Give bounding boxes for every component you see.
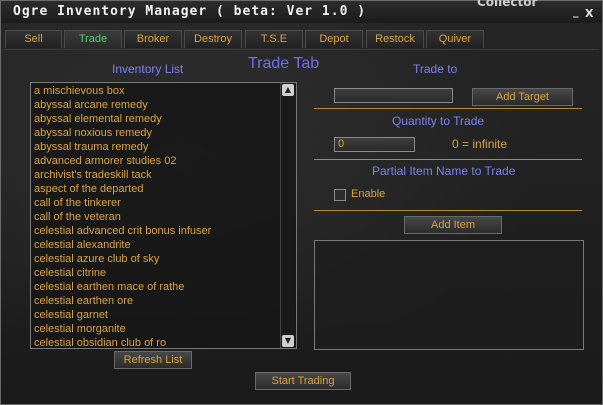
enable-label: Enable <box>351 188 386 200</box>
trade-tab-title: Trade Tab <box>248 55 320 72</box>
start-trading-button[interactable]: Start Trading <box>255 372 351 390</box>
partial-name-heading: Partial Item Name to Trade <box>372 164 516 178</box>
list-item[interactable]: abyssal arcane remedy <box>34 98 278 112</box>
inventory-scrollbar[interactable]: ▲ ▼ <box>280 83 295 348</box>
inventory-items: a mischievous box abyssal arcane remedy … <box>34 84 278 348</box>
tab-destroy[interactable]: Destroy <box>184 30 242 48</box>
refresh-list-button[interactable]: Refresh List <box>114 351 192 369</box>
inventory-list-heading: Inventory List <box>112 62 184 76</box>
close-button[interactable]: X <box>585 7 593 20</box>
add-target-button[interactable]: Add Target <box>472 88 573 106</box>
trade-items-list[interactable] <box>314 240 584 350</box>
add-item-button[interactable]: Add Item <box>404 216 502 234</box>
tab-quiver[interactable]: Quiver <box>426 30 484 48</box>
list-item[interactable]: aspect of the departed <box>34 182 278 196</box>
window-title: Ogre Inventory Manager ( beta: Ver 1.0 ) <box>13 4 367 19</box>
divider <box>314 108 582 109</box>
title-bar[interactable]: Collector Ogre Inventory Manager ( beta:… <box>1 0 602 23</box>
list-item[interactable]: celestial advanced crit bonus infuser <box>34 224 278 238</box>
arrow-down-icon[interactable]: ▼ <box>282 335 294 347</box>
tab-sell[interactable]: Sell <box>5 30 62 48</box>
list-item[interactable]: a mischievous box <box>34 84 278 98</box>
arrow-up-icon[interactable]: ▲ <box>282 84 294 96</box>
list-item[interactable]: abyssal noxious remedy <box>34 126 278 140</box>
list-item[interactable]: celestial morganite <box>34 322 278 336</box>
quantity-heading: Quantity to Trade <box>392 114 485 128</box>
list-item[interactable]: celestial earthen ore <box>34 294 278 308</box>
tab-trade[interactable]: Trade <box>64 30 122 48</box>
minimize-button[interactable]: _ <box>573 5 579 18</box>
divider <box>314 210 582 211</box>
divider <box>314 159 582 160</box>
tab-restock[interactable]: Restock <box>366 30 424 48</box>
tab-bar: Sell Trade Broker Destroy T.S.E Depot Re… <box>5 30 599 50</box>
list-item[interactable]: abyssal trauma remedy <box>34 140 278 154</box>
list-item[interactable]: archivist's tradeskill tack <box>34 168 278 182</box>
list-item[interactable]: celestial earthen mace of rathe <box>34 280 278 294</box>
background-window-title: Collector <box>477 0 538 9</box>
trade-to-heading: Trade to <box>413 62 458 76</box>
list-item[interactable]: abyssal elemental remedy <box>34 112 278 126</box>
inventory-manager-window: Collector Ogre Inventory Manager ( beta:… <box>0 0 603 405</box>
tab-tse[interactable]: T.S.E <box>245 30 303 48</box>
list-item[interactable]: celestial citrine <box>34 266 278 280</box>
inventory-listbox[interactable]: a mischievous box abyssal arcane remedy … <box>30 82 297 349</box>
list-item[interactable]: call of the tinkerer <box>34 196 278 210</box>
list-item[interactable]: advanced armorer studies 02 <box>34 154 278 168</box>
list-item[interactable]: celestial garnet <box>34 308 278 322</box>
enable-checkbox[interactable] <box>334 189 346 201</box>
quantity-hint: 0 = infinite <box>452 137 508 151</box>
tab-broker[interactable]: Broker <box>124 30 182 48</box>
trade-target-field[interactable] <box>334 88 453 103</box>
list-item[interactable]: call of the veteran <box>34 210 278 224</box>
tab-depot[interactable]: Depot <box>305 30 363 48</box>
quantity-field[interactable]: 0 <box>334 137 415 152</box>
list-item[interactable]: celestial obsidian club of ro <box>34 336 278 348</box>
list-item[interactable]: celestial azure club of sky <box>34 252 278 266</box>
list-item[interactable]: celestial alexandrite <box>34 238 278 252</box>
